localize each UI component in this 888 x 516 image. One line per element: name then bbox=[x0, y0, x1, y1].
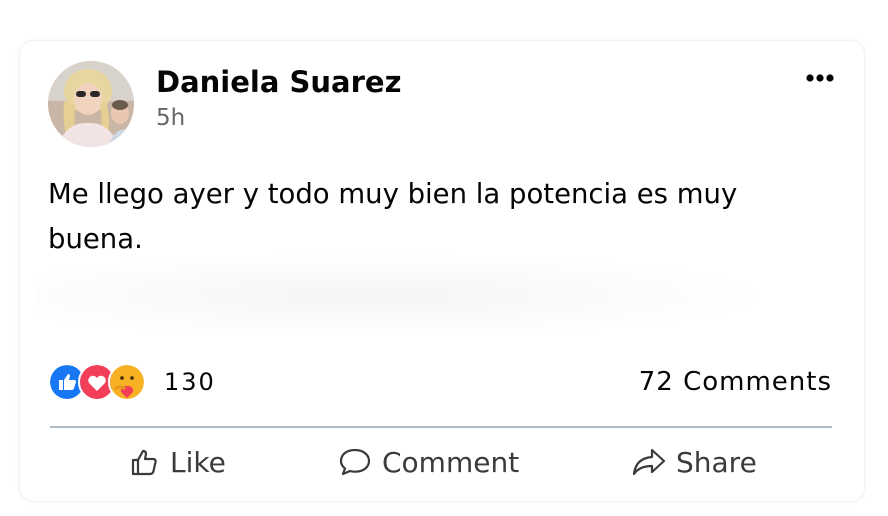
more-options-icon[interactable] bbox=[806, 69, 834, 82]
reactions-summary[interactable]: 130 bbox=[48, 363, 216, 401]
comment-button[interactable]: Comment bbox=[338, 437, 519, 487]
comment-icon bbox=[339, 448, 371, 476]
reactions-count[interactable]: 130 bbox=[164, 368, 216, 396]
divider bbox=[50, 426, 832, 428]
comments-count[interactable]: 72 Comments bbox=[639, 367, 832, 397]
avatar-image bbox=[48, 61, 134, 147]
like-button[interactable]: Like bbox=[130, 437, 226, 487]
author-name[interactable]: Daniela Suarez bbox=[156, 65, 401, 99]
post-actions: Like Comment Share bbox=[20, 437, 864, 487]
like-label: Like bbox=[170, 445, 226, 479]
share-button[interactable]: Share bbox=[632, 437, 757, 487]
post-timestamp[interactable]: 5h bbox=[156, 105, 185, 131]
share-icon bbox=[632, 448, 666, 476]
post-text: Me llego ayer y todo muy bien la potenci… bbox=[48, 178, 738, 255]
share-label: Share bbox=[676, 445, 757, 479]
post-card: Daniela Suarez 5h Me llego ayer y todo m… bbox=[19, 40, 865, 502]
blurred-area bbox=[34, 253, 774, 338]
comment-label: Comment bbox=[382, 445, 520, 479]
avatar[interactable] bbox=[48, 61, 134, 147]
thumbs-up-icon bbox=[131, 449, 157, 476]
care-icon bbox=[108, 363, 146, 401]
